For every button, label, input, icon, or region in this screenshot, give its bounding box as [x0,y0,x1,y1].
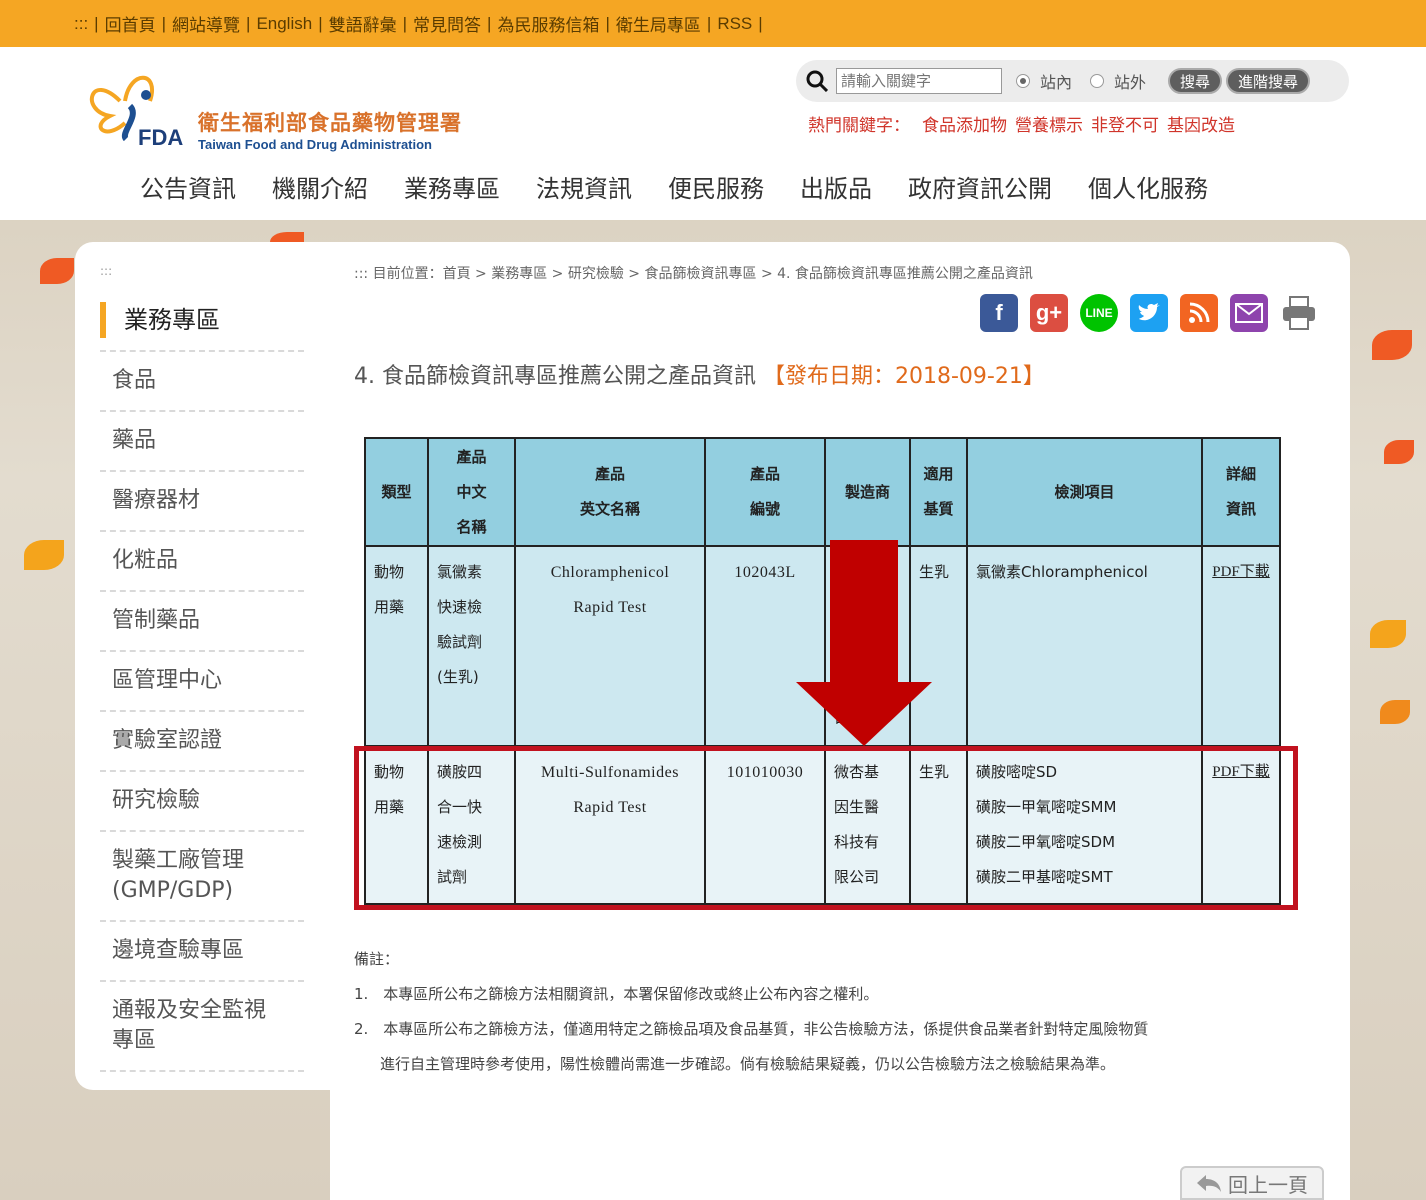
nav-item-regulations[interactable]: 法規資訊 [536,169,632,204]
sidebar-item-safety-monitoring[interactable]: 通報及安全監視 專區 [100,980,304,1072]
line-icon[interactable]: LINE [1080,294,1118,332]
search-icon [806,70,828,92]
top-link-home[interactable]: 回首頁 [105,11,156,36]
hot-keyword-link[interactable]: 非登不可 [1091,111,1159,136]
sidebar-item-lab-accreditation[interactable]: 實驗室認證 [100,710,304,770]
twitter-icon[interactable] [1130,294,1168,332]
scope-web-radio[interactable] [1090,74,1105,88]
col-header-matrix: 適用 基質 [909,437,968,547]
page-title: 4. 食品篩檢資訊專區推薦公開之產品資訊 【發布日期：2018-09-21】 [354,358,1045,390]
top-utility-bar: ::: | 回首頁 | 網站導覽 | English | 雙語辭彙 | 常見問答 | 為民服… [0,0,1426,47]
col-header-type: 類型 [364,437,429,547]
back-button-label: 回上一頁 [1228,1172,1308,1197]
top-link-glossary[interactable]: 雙語辭彙 [329,11,397,36]
search-button[interactable]: 搜尋 [1168,68,1223,94]
col-header-maker: 製造商 [824,437,911,547]
top-link-rss[interactable]: RSS [717,14,752,34]
nav-item-personal[interactable]: 個人化服務 [1088,169,1208,204]
nav-item-gov-info[interactable]: 政府資訊公開 [908,169,1052,204]
search-input[interactable] [836,68,1002,94]
advanced-search-button[interactable]: 進階搜尋 [1226,68,1311,94]
top-link-english[interactable]: English [256,14,312,34]
hot-keyword-link[interactable]: 營養標示 [1015,111,1083,136]
logo-subtitle: Taiwan Food and Drug Administration [198,137,432,152]
decor-leaf [24,540,64,570]
logo-title: 衛生福利部食品藥物管理署 [198,111,462,135]
hot-keywords: 熱門關鍵字： 食品添加物 營養標示 非登不可 基因改造 [808,111,1235,136]
sidebar-menu: 食品 藥品 醫療器材 化粧品 管制藥品 區管理中心 實驗室認證 研究檢驗 製藥工… [100,350,304,1072]
decor-leaf [1384,440,1414,464]
sidebar-item-drugs[interactable]: 藥品 [100,410,304,470]
decor-leaf [1372,330,1412,360]
notes-label: 備註： [354,950,400,968]
search-scope: 站內 站外 [1016,69,1164,93]
share-toolbar: f g+ LINE [980,294,1318,332]
hot-keyword-link[interactable]: 食品添加物 [922,111,1007,136]
back-button[interactable]: 回上一頁 [1180,1166,1324,1200]
top-link-mailbox[interactable]: 為民服務信箱 [497,11,599,36]
sidebar-item-regional-centers[interactable]: 區管理中心 [100,650,304,710]
page-title-text: 4. 食品篩檢資訊專區推薦公開之產品資訊 [354,364,756,389]
decor-leaf [1370,620,1406,648]
top-link-faq[interactable]: 常見問答 [413,11,481,36]
sidebar-item-research-testing[interactable]: 研究檢驗 [100,770,304,830]
hot-keywords-label: 熱門關鍵字： [808,116,910,136]
top-link-health-bureau[interactable]: 衛生局專區 [616,11,701,36]
search-bar: 站內 站外 搜尋 進階搜尋 [796,60,1349,102]
back-arrow-icon [1197,1175,1221,1192]
top-link-sitemap[interactable]: 網站導覽 [172,11,240,36]
sidebar-accesskey[interactable]: ::: [100,264,112,278]
rss-icon[interactable] [1180,294,1218,332]
notes-section: 備註： 1. 本專區所公布之篩檢方法相關資訊，本署保留修改或終止公布內容之權利。… [354,942,1324,1082]
highlight-box [354,746,1298,910]
sidebar-item-gmp-gdp[interactable]: 製藥工廠管理 (GMP/GDP) [100,830,304,920]
logo-abbreviation: FDA [138,125,184,150]
breadcrumb: ::: 目前位置：首頁 > 業務專區 > 研究檢驗 > 食品篩檢資訊專區 > 4… [354,266,1033,282]
main-navigation: 公告資訊 機關介紹 業務專區 法規資訊 便民服務 出版品 政府資訊公開 個人化服… [140,169,1244,204]
nav-item-business[interactable]: 業務專區 [404,169,500,204]
col-header-name-zh: 產品 中文 名稱 [427,437,516,547]
cell-name-en: Chloramphenicol Rapid Test [514,545,706,747]
google-plus-icon[interactable]: g+ [1030,294,1068,332]
facebook-icon[interactable]: f [980,294,1018,332]
hot-keyword-link[interactable]: 基因改造 [1167,111,1235,136]
nav-item-announcements[interactable]: 公告資訊 [140,169,236,204]
cell-type: 動物 用藥 [364,545,429,747]
scope-web-label: 站外 [1114,73,1147,92]
sidebar-item-controlled-drugs[interactable]: 管制藥品 [100,590,304,650]
decor-leaf [40,258,74,284]
col-header-name-en: 產品 英文名稱 [514,437,706,547]
sidebar-item-cosmetics[interactable]: 化粧品 [100,530,304,590]
nav-item-services[interactable]: 便民服務 [668,169,764,204]
col-header-detail: 詳細 資訊 [1201,437,1281,547]
scope-site-label: 站內 [1040,73,1073,92]
sidebar-item-food[interactable]: 食品 [100,350,304,410]
nav-item-publications[interactable]: 出版品 [800,169,872,204]
email-icon[interactable] [1230,294,1268,332]
note-item: 1. 本專區所公布之篩檢方法相關資訊，本署保留修改或終止公布內容之權利。 [354,985,879,1003]
table-header-row: 類型 產品 中文 名稱 產品 英文名稱 產品 編號 製造商 適用 基質 檢測項目… [364,437,1281,547]
cell-items: 氯黴素Chloramphenicol [966,545,1203,747]
scope-site-radio[interactable] [1016,74,1030,88]
pdf-download-link[interactable]: PDF下載 [1201,545,1281,747]
site-header: FDA 衛生福利部食品藥物管理署 Taiwan Food and Drug Ad… [0,47,1426,220]
down-arrow-annotation-icon [796,540,932,746]
note-item-continued: 進行自主管理時參考使用，陽性檢體尚需進一步確認。倘有檢驗結果疑義，仍以公告檢驗方… [380,1055,1116,1073]
col-header-code: 產品 編號 [704,437,826,547]
note-item: 2. 本專區所公布之篩檢方法，僅適用特定之篩檢品項及食品基質，非公告檢驗方法，係… [354,1020,1149,1038]
print-icon[interactable] [1280,294,1318,332]
fda-logo[interactable]: FDA 衛生福利部食品藥物管理署 Taiwan Food and Drug Ad… [80,61,480,152]
col-header-items: 檢測項目 [966,437,1203,547]
sidebar-title: 業務專區 [100,302,220,338]
cell-name-zh: 氯黴素 快速檢 驗試劑 (生乳) [427,545,516,747]
sidebar-item-medical-devices[interactable]: 醫療器材 [100,470,304,530]
decor-leaf [1380,700,1410,724]
top-link-accesskey[interactable]: ::: [74,14,88,34]
nav-item-about[interactable]: 機關介紹 [272,169,368,204]
sidebar-item-border-inspection[interactable]: 邊境查驗專區 [100,920,304,980]
publish-date: 【發布日期：2018-09-21】 [763,364,1045,389]
